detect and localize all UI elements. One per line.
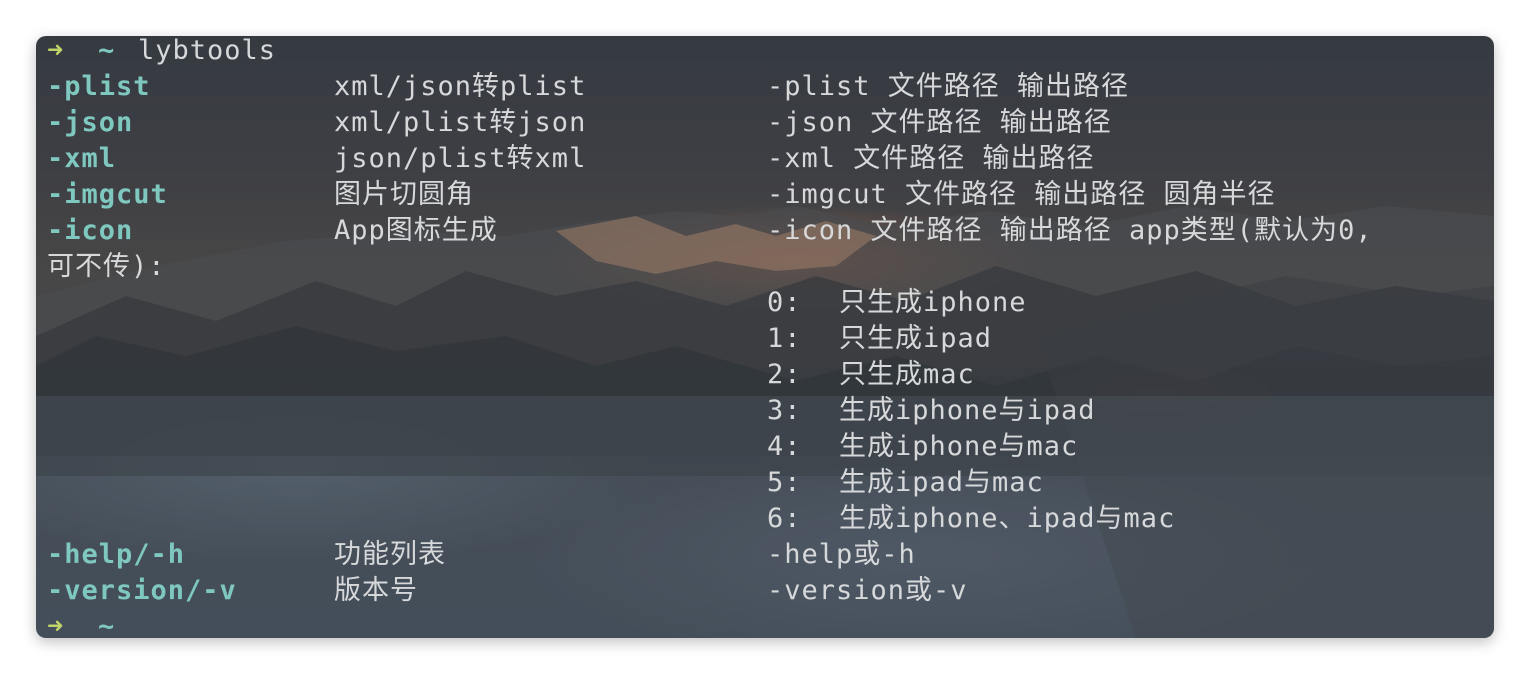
option-number: 2: (767, 359, 802, 390)
prompt-dir: ~ (98, 36, 116, 66)
command-usage: -xml 文件路径 输出路径 (767, 143, 1095, 174)
command-flag: -plist (47, 71, 151, 102)
option-text: 只生成ipad (839, 323, 993, 354)
command-desc: 版本号 (334, 575, 418, 606)
option-number: 6: (767, 503, 802, 534)
prompt-arrow-icon: ➜ (47, 36, 65, 66)
command-usage: -icon 文件路径 输出路径 app类型(默认为0, (767, 215, 1373, 246)
prompt-command: lybtools (138, 36, 277, 66)
command-flag: -help/-h (47, 539, 186, 570)
command-flag: -icon (47, 215, 134, 246)
option-text: 只生成iphone (839, 287, 1027, 318)
option-number: 1: (767, 323, 802, 354)
prompt-dir: ~ (98, 611, 116, 638)
option-number: 0: (767, 287, 802, 318)
command-flag: -json (47, 107, 134, 138)
command-desc: xml/json转plist (334, 71, 587, 102)
option-text: 只生成mac (839, 359, 975, 390)
command-usage: -help或-h (767, 539, 916, 570)
terminal-content[interactable]: ➜ ~ lybtools -plist xml/json转plist -plis… (36, 36, 1494, 638)
option-text: 生成iphone与mac (839, 431, 1079, 462)
option-text: 生成iphone与ipad (839, 395, 1096, 426)
command-desc: App图标生成 (334, 215, 498, 246)
option-text: 生成iphone、ipad与mac (839, 503, 1176, 534)
command-usage: -plist 文件路径 输出路径 (767, 71, 1130, 102)
icon-usage-wrap: 可不传): (47, 251, 166, 282)
command-desc: 功能列表 (334, 539, 446, 570)
prompt-arrow-icon: ➜ (47, 611, 65, 638)
option-number: 5: (767, 467, 802, 498)
command-usage: -json 文件路径 输出路径 (767, 107, 1112, 138)
terminal-window[interactable]: ➜ ~ lybtools -plist xml/json转plist -plis… (36, 36, 1494, 638)
command-flag: -version/-v (47, 575, 237, 606)
option-number: 4: (767, 431, 802, 462)
option-text: 生成ipad与mac (839, 467, 1044, 498)
command-flag: -imgcut (47, 179, 168, 210)
command-flag: -xml (47, 143, 117, 174)
command-desc: xml/plist转json (334, 107, 587, 138)
command-usage: -version或-v (767, 575, 968, 606)
command-desc: json/plist转xml (334, 143, 587, 174)
command-usage: -imgcut 文件路径 输出路径 圆角半径 (767, 179, 1276, 210)
command-desc: 图片切圆角 (334, 179, 474, 210)
option-number: 3: (767, 395, 802, 426)
